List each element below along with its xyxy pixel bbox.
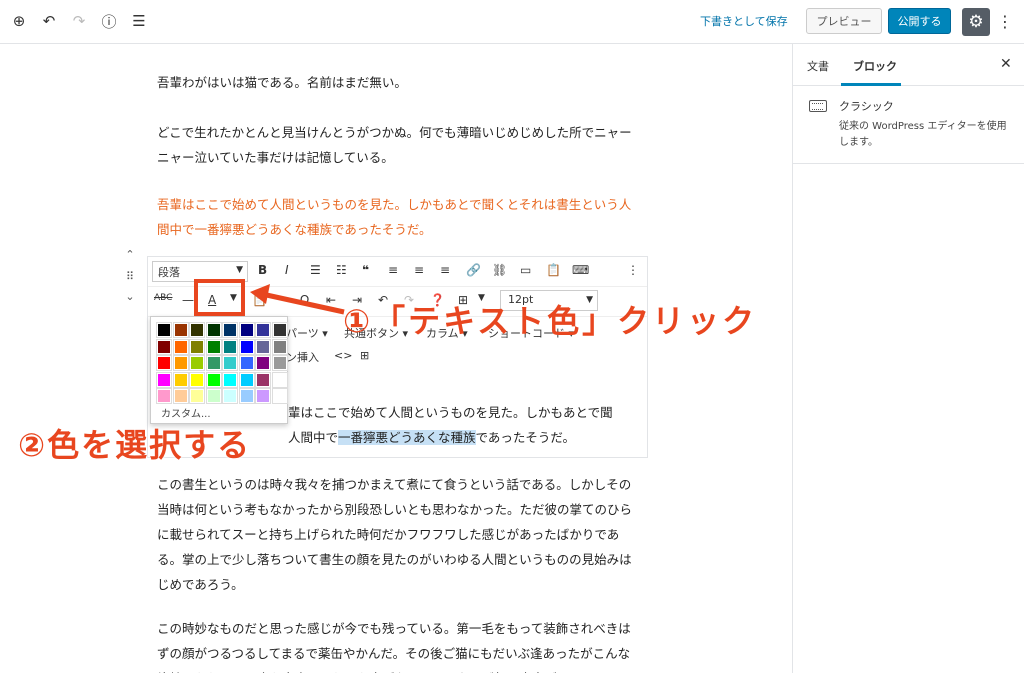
bold-icon[interactable]: B [258,263,267,277]
preview-button[interactable]: プレビュー [806,8,882,34]
color-swatch[interactable] [172,388,189,404]
read-more-icon[interactable]: ▭ [520,263,531,277]
drag-handle-icon[interactable]: ⠿ [122,270,138,283]
paragraph-block[interactable]: 吾輩わがはいは猫である。名前はまだ無い。 [157,70,635,95]
add-block-icon[interactable]: ⊕ [8,10,30,32]
editor-header: ⊕ ↶ ↷ ⓘ ☰ 下書きとして保存 プレビュー 公開する ⚙ ⋮ [0,0,1024,44]
link-icon[interactable]: 🔗 [466,263,481,277]
annotation-highlight-box [194,279,245,316]
annotation-step-1: ①「テキスト色」クリック [343,302,758,340]
block-card-description: 従来の WordPress エディターを使用します。 [839,121,1007,148]
close-icon[interactable]: ✕ [1000,56,1012,72]
color-swatch[interactable] [205,371,222,388]
color-swatch[interactable] [172,338,189,355]
blockquote-icon[interactable]: ❝ [362,263,369,277]
annotation-arrow [250,284,345,315]
color-swatch[interactable] [172,322,189,338]
block-card-title: クラシック [839,100,894,113]
color-palette-popup: カスタム... [150,316,288,424]
color-swatch[interactable] [156,322,172,338]
color-swatch[interactable] [222,338,238,355]
color-swatch[interactable] [271,322,288,338]
bullet-list-icon[interactable]: ☰ [310,263,321,277]
color-swatch[interactable] [222,322,238,338]
annotation-step-2: ②色を選択する [18,426,252,464]
paragraph-block[interactable]: この時妙なものだと思った感じが今でも残っている。第一毛をもって装飾されべきはずの… [157,616,635,673]
table-insert-icon[interactable]: ⊞ [360,349,369,362]
color-swatch[interactable] [156,371,172,388]
color-swatch[interactable] [238,355,255,371]
color-swatch[interactable] [255,371,271,388]
gear-icon[interactable]: ⚙ [962,8,990,36]
classic-text-line[interactable]: 人間中で一番獰悪どうあくな種族であったそうだ。 [288,425,638,450]
tab-block[interactable]: ブロック [853,58,897,74]
editor-content: 吾輩わがはいは猫である。名前はまだ無い。 どこで生れたかとんと見当けんとうがつか… [0,44,792,673]
color-swatch[interactable] [271,355,288,371]
color-swatch[interactable] [205,322,222,338]
color-swatch[interactable] [222,371,238,388]
color-swatch[interactable] [156,388,172,404]
color-swatch[interactable] [222,388,238,404]
color-swatch[interactable] [255,355,271,371]
custom-color-link[interactable]: カスタム... [161,405,211,420]
horizontal-line-icon[interactable]: — [182,293,194,307]
color-swatch[interactable] [205,355,222,371]
color-swatch[interactable] [205,338,222,355]
redo-icon[interactable]: ↷ [68,10,90,32]
color-swatch[interactable] [172,355,189,371]
color-swatch[interactable] [156,338,172,355]
color-swatch[interactable] [271,371,288,388]
paragraph-block-orange[interactable]: 吾輩はここで始めて人間というものを見た。しかもあとで聞くとそれは書生という人間中… [157,192,635,242]
classic-text-line[interactable]: 輩はここで始めて人間というものを見た。しかもあとで聞 [288,400,638,425]
selected-text[interactable]: 一番獰悪どうあくな種族 [338,430,476,445]
move-down-icon[interactable]: ⌄ [122,290,138,303]
align-left-icon[interactable]: ≡ [388,263,398,277]
color-swatch[interactable] [255,388,271,404]
publish-button[interactable]: 公開する [888,8,951,34]
keyboard-icon [809,100,827,112]
paragraph-block[interactable]: どこで生れたかとんと見当けんとうがつかぬ。何でも薄暗いじめじめした所でニャーニャ… [157,120,635,170]
align-right-icon[interactable]: ≡ [440,263,450,277]
more-options-icon[interactable]: ⋮ [995,10,1015,32]
color-swatch[interactable] [238,388,255,404]
save-draft-link[interactable]: 下書きとして保存 [700,13,788,29]
outline-icon[interactable]: ☰ [128,10,150,32]
menu-insert[interactable]: ン挿入 [286,349,319,365]
color-swatch[interactable] [271,388,288,404]
color-swatch[interactable] [255,338,271,355]
color-swatch[interactable] [189,371,205,388]
color-swatch[interactable] [271,338,288,355]
paragraph-block[interactable]: この書生というのは時々我々を捕つかまえて煮にて食うという話である。しかしその当時… [157,472,635,597]
menu-parts[interactable]: パーツ ▾ [286,325,328,341]
color-swatch[interactable] [189,338,205,355]
color-swatch[interactable] [189,355,205,371]
color-swatch[interactable] [189,322,205,338]
numbered-list-icon[interactable]: ☷ [336,263,347,277]
strikethrough-icon[interactable]: ABC [154,293,172,303]
block-card: クラシック 従来の WordPress エディターを使用します。 [793,86,1024,164]
code-icon[interactable]: <> [334,349,352,362]
sidebar-tabs: 文書 ブロック ✕ [793,44,1024,86]
color-swatch[interactable] [205,388,222,404]
tab-document[interactable]: 文書 [807,58,829,74]
info-icon[interactable]: ⓘ [98,10,120,32]
color-swatch[interactable] [156,355,172,371]
keyboard-icon[interactable]: ⌨ [572,263,589,277]
settings-sidebar: 文書 ブロック ✕ クラシック 従来の WordPress エディターを使用しま… [792,44,1024,673]
align-center-icon[interactable]: ≡ [414,263,424,277]
color-swatch[interactable] [238,371,255,388]
undo-icon[interactable]: ↶ [38,10,60,32]
paste-icon[interactable]: 📋 [546,263,561,277]
color-swatch[interactable] [172,371,189,388]
color-swatch[interactable] [238,338,255,355]
color-swatch[interactable] [238,322,255,338]
italic-icon[interactable]: I [285,263,289,277]
color-swatch[interactable] [189,388,205,404]
color-swatch[interactable] [255,322,271,338]
color-swatch[interactable] [222,355,238,371]
more-options-icon[interactable]: ⋮ [627,263,639,277]
move-up-icon[interactable]: ⌃ [122,248,138,261]
unlink-icon[interactable]: ⛓ [492,263,507,277]
